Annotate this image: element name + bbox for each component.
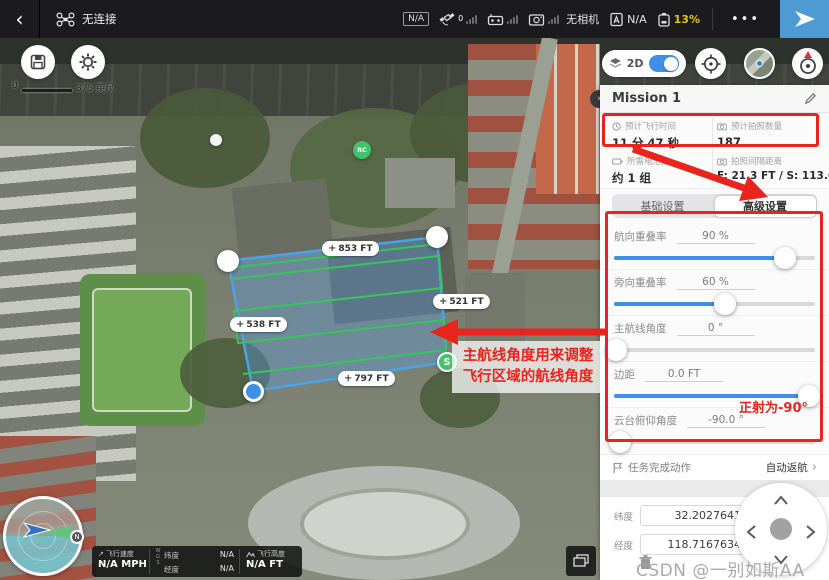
map-mode-pill[interactable]: 2D — [602, 50, 686, 77]
telemetry-wgs: WGS 纬度N/A 经度N/A — [150, 546, 239, 577]
aircraft-heading-icon — [6, 499, 80, 573]
scale-label: 375 英尺 — [76, 81, 114, 94]
gps-signal[interactable]: 0 — [439, 12, 477, 26]
tutorial-annotation: 主航线角度用来调整 飞行区域的航线角度 — [452, 341, 604, 393]
edge-length-label[interactable]: + 853 FT — [322, 241, 379, 256]
flight-mode-icon — [609, 12, 624, 27]
edge-length-label[interactable]: + 521 FT — [433, 294, 490, 309]
mission-header: Mission 1 — [600, 85, 829, 113]
altitude-icon — [246, 551, 255, 558]
save-icon — [29, 53, 47, 71]
remote-controller-icon — [487, 13, 504, 26]
add-vertex-icon: + — [439, 296, 447, 307]
nudge-right-icon[interactable] — [804, 522, 818, 542]
edit-mission-icon[interactable] — [804, 92, 817, 105]
top-bar: ‹ 无连接 N/A — [0, 0, 829, 38]
signal-bars — [466, 14, 477, 24]
app-window: S RC + 853 FT + 521 FT + 538 FT + 797 FT — [0, 0, 829, 580]
save-mission-button[interactable] — [21, 45, 55, 79]
rc-location-marker: RC — [353, 141, 371, 159]
stat-photo-interval: 拍照间隔距离 F: 21.3 FT / S: 113.6 FT — [717, 155, 823, 182]
overlap-windows-icon — [573, 554, 589, 568]
edge-length-label[interactable]: + 538 FT — [230, 317, 287, 332]
gear-icon — [78, 52, 98, 72]
scale-zero: 0 — [12, 81, 18, 91]
vertex-handle-selected[interactable] — [243, 381, 264, 402]
vertex-handle[interactable] — [217, 250, 239, 272]
more-button[interactable]: ••• — [725, 12, 766, 27]
takeoff-button[interactable] — [780, 0, 829, 38]
battery-status[interactable]: 13% — [657, 12, 700, 27]
fit-view-button[interactable] — [566, 546, 596, 576]
connection-status: 无连接 — [56, 11, 117, 27]
back-button[interactable]: ‹ — [0, 0, 40, 38]
compass-north-badge: N — [70, 530, 84, 544]
drone-icon — [56, 12, 75, 27]
watermark: CSDN @一别如斯AA — [636, 556, 805, 580]
minimap-location-dot — [756, 60, 763, 67]
camera-icon — [528, 13, 545, 26]
finish-action-row[interactable]: 任务完成动作 自动返航 › — [600, 454, 829, 480]
signal-bars — [548, 14, 559, 24]
add-vertex-icon: + — [328, 243, 336, 254]
battery-percent: 13% — [674, 13, 700, 26]
finish-action-value: 自动返航 — [766, 460, 808, 475]
back-icon: ‹ — [16, 7, 24, 31]
signal-bars — [507, 14, 518, 24]
map-stadium-inner — [300, 488, 470, 560]
mission-settings-button[interactable] — [71, 45, 105, 79]
longitude-label: 经度 — [614, 538, 640, 552]
add-vertex-icon: + — [236, 319, 244, 330]
vertex-handle[interactable] — [426, 226, 448, 248]
compass-reset-button[interactable] — [792, 48, 823, 79]
annotation-box-stats — [602, 113, 819, 147]
satellite-count: 0 — [458, 14, 463, 23]
nudge-center[interactable] — [770, 518, 792, 540]
speed-arrow-icon: ↗ — [98, 550, 104, 558]
flight-mode[interactable]: N/A — [609, 12, 646, 27]
satellite-icon — [439, 12, 455, 26]
camera-status: 无相机 — [566, 11, 599, 27]
telemetry-bar: ↗ 飞行速度 N/A MPH WGS 纬度N/A 经度N/A 飞行高度 N/A … — [92, 546, 302, 577]
map-sports-field-inner — [92, 288, 192, 412]
north-needle-icon — [804, 51, 812, 58]
rc-signal[interactable] — [487, 13, 518, 26]
battery-icon — [657, 12, 671, 27]
map-building — [232, 178, 334, 258]
locate-button[interactable] — [695, 48, 726, 79]
camera-icon — [717, 157, 727, 166]
nudge-left-icon[interactable] — [744, 522, 758, 542]
battery-icon — [612, 157, 623, 166]
airplane-icon — [793, 7, 817, 31]
telemetry-altitude: 飞行高度 N/A FT — [240, 546, 302, 577]
annotation-gimbal-note: 正射为-90° — [739, 397, 808, 416]
map-tower — [210, 134, 222, 146]
latitude-label: 纬度 — [614, 509, 640, 523]
layers-icon — [609, 57, 622, 70]
chevron-right-icon: › — [812, 460, 817, 475]
divider — [712, 8, 713, 30]
camera-signal[interactable]: 无相机 — [528, 11, 599, 27]
add-vertex-icon: + — [344, 373, 352, 384]
map-trees — [140, 88, 270, 188]
telemetry-speed: ↗ 飞行速度 N/A MPH — [92, 546, 149, 577]
map-2d-toggle[interactable] — [649, 55, 679, 72]
scale-bar — [22, 89, 72, 92]
map-2d-label: 2D — [627, 57, 644, 70]
nudge-up-icon[interactable] — [771, 493, 791, 507]
edge-length-label[interactable]: + 797 FT — [338, 371, 395, 386]
flight-mode-value: N/A — [627, 13, 646, 26]
flag-icon — [612, 462, 623, 474]
flight-status-badge: N/A — [403, 12, 429, 26]
mission-title: Mission 1 — [612, 91, 681, 106]
map-layer-switch-button[interactable] — [744, 48, 775, 79]
locate-icon — [700, 53, 722, 75]
stat-batteries: 所需电池数 约 1 组 — [612, 155, 718, 186]
map-building — [385, 158, 455, 208]
